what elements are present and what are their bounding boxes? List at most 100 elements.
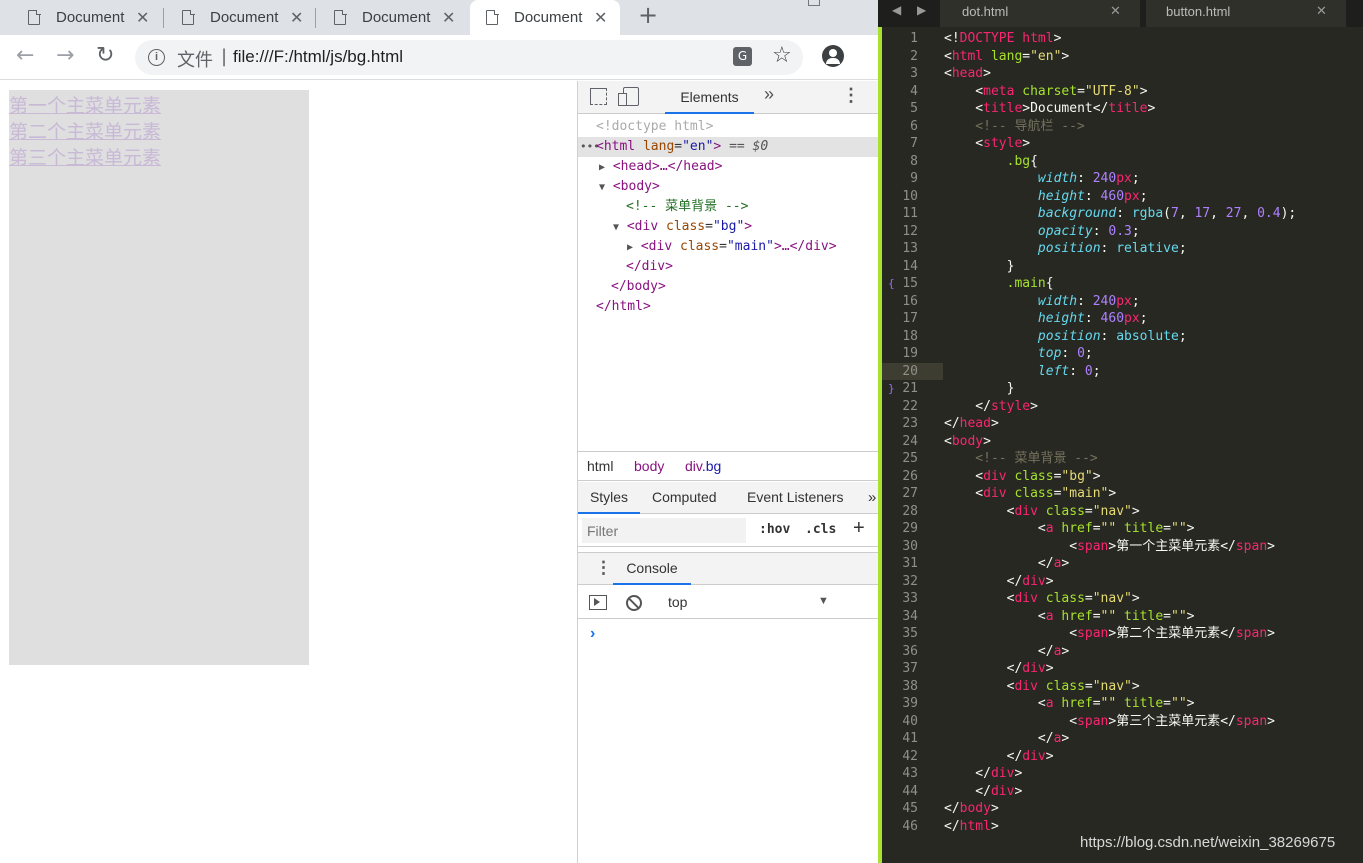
code-line[interactable]: 11 background: rgba(7, 17, 27, 0.4); bbox=[878, 205, 1363, 223]
code-line[interactable]: 46 </html> bbox=[878, 818, 1363, 836]
browser-tab-1[interactable]: Document ✕ bbox=[28, 0, 154, 35]
code-line[interactable]: 6 <!-- 导航栏 --> bbox=[878, 118, 1363, 136]
code-line[interactable]: 14 } bbox=[878, 258, 1363, 276]
code-line[interactable]: 30 <span>第一个主菜单元素</span> bbox=[878, 538, 1363, 556]
code-line[interactable]: 16 width: 240px; bbox=[878, 293, 1363, 311]
chevron-down-icon[interactable]: ▼ bbox=[818, 595, 829, 607]
dom-node-div-main[interactable]: ▶ <div class="main">…</div> bbox=[627, 237, 837, 257]
console-sidebar-icon[interactable] bbox=[589, 595, 607, 610]
code-line[interactable]: 8 .bg{ bbox=[878, 153, 1363, 171]
close-tab-icon[interactable]: ✕ bbox=[442, 8, 455, 28]
code-line[interactable]: 20 left: 0; bbox=[878, 362, 1363, 380]
dom-node-div-bg[interactable]: ▼ <div class="bg"> bbox=[613, 217, 752, 237]
tab-event-listeners[interactable]: Event Listeners bbox=[747, 482, 844, 514]
dom-comment[interactable]: <!-- 菜单背景 --> bbox=[626, 197, 748, 217]
new-tab-button[interactable]: + bbox=[638, 1, 658, 29]
dom-close-div[interactable]: </div> bbox=[626, 257, 673, 277]
code-line[interactable]: 23 </head> bbox=[878, 415, 1363, 433]
code-line[interactable]: {15 .main{ bbox=[878, 275, 1363, 293]
more-tabs-icon[interactable]: » bbox=[764, 84, 774, 105]
code-line[interactable]: 13 position: relative; bbox=[878, 240, 1363, 258]
code-line[interactable]: 17 height: 460px; bbox=[878, 310, 1363, 328]
devtools-menu-icon[interactable]: ⋮ bbox=[842, 85, 860, 106]
profile-avatar-icon[interactable] bbox=[822, 45, 844, 67]
code-line[interactable]: 26 <div class="bg"> bbox=[878, 468, 1363, 486]
hover-state-button[interactable]: :hov bbox=[759, 522, 790, 537]
address-bar[interactable]: i 文件 | file:///F:/html/js/bg.html G ☆ bbox=[135, 40, 803, 75]
expand-triangle-icon[interactable]: ▶ bbox=[627, 242, 633, 253]
close-tab-icon[interactable]: ✕ bbox=[290, 8, 303, 28]
code-line[interactable]: 31 </a> bbox=[878, 555, 1363, 573]
dom-close-html[interactable]: </html> bbox=[596, 297, 651, 317]
back-button[interactable]: ← bbox=[16, 43, 34, 68]
code-line[interactable]: 45 </body> bbox=[878, 800, 1363, 818]
code-line[interactable]: 7 <style> bbox=[878, 135, 1363, 153]
code-line[interactable]: 29 <a href="" title=""> bbox=[878, 520, 1363, 538]
code-line[interactable]: 37 </div> bbox=[878, 660, 1363, 678]
dom-node-head[interactable]: ▶ <head>…</head> bbox=[599, 157, 722, 177]
info-icon[interactable]: i bbox=[148, 49, 165, 66]
code-line[interactable]: 9 width: 240px; bbox=[878, 170, 1363, 188]
browser-tab-3[interactable]: Document ✕ bbox=[334, 0, 460, 35]
code-line[interactable]: 2 <html lang="en"> bbox=[878, 48, 1363, 66]
menu-link-1[interactable]: 第一个主菜单元素 bbox=[9, 91, 161, 118]
code-line[interactable]: 24 <body> bbox=[878, 433, 1363, 451]
code-line[interactable]: 10 height: 460px; bbox=[878, 188, 1363, 206]
tab-nav-arrows-icon[interactable]: ◀ ▶ bbox=[892, 3, 932, 17]
expand-triangle-icon[interactable]: ▶ bbox=[599, 162, 605, 173]
collapse-triangle-icon[interactable]: ▼ bbox=[613, 222, 619, 233]
code-line[interactable]: 3 <head> bbox=[878, 65, 1363, 83]
code-line[interactable]: 25 <!-- 菜单背景 --> bbox=[878, 450, 1363, 468]
breadcrumb-div[interactable]: div.bg bbox=[685, 458, 721, 474]
maximize-icon[interactable] bbox=[808, 0, 820, 6]
dom-doctype[interactable]: <!doctype html> bbox=[596, 117, 713, 137]
dom-node-html-selected[interactable]: ••• <html lang="en"> == $0 bbox=[578, 137, 878, 157]
browser-tab-4-active[interactable]: Document ✕ bbox=[470, 0, 620, 35]
bookmark-star-icon[interactable]: ☆ bbox=[772, 43, 792, 68]
styles-filter-input[interactable] bbox=[582, 518, 746, 543]
reload-button[interactable]: ↻ bbox=[96, 43, 114, 68]
menu-link-3[interactable]: 第三个主菜单元素 bbox=[9, 143, 161, 170]
dom-node-body[interactable]: ▼ <body> bbox=[599, 177, 660, 197]
collapse-triangle-icon[interactable]: ▼ bbox=[599, 182, 605, 193]
close-tab-icon[interactable]: ✕ bbox=[594, 8, 607, 28]
tab-elements[interactable]: Elements bbox=[665, 81, 754, 114]
code-line[interactable]: 32 </div> bbox=[878, 573, 1363, 591]
editor-tab-dot-html[interactable]: dot.html ✕ bbox=[940, 0, 1140, 27]
execution-context-select[interactable]: top bbox=[668, 594, 687, 610]
class-toggle-button[interactable]: .cls bbox=[805, 522, 836, 537]
code-line[interactable]: 38 <div class="nav"> bbox=[878, 678, 1363, 696]
code-line[interactable]: 39 <a href="" title=""> bbox=[878, 695, 1363, 713]
code-line[interactable]: 28 <div class="nav"> bbox=[878, 503, 1363, 521]
breadcrumb-body[interactable]: body bbox=[634, 458, 664, 474]
clear-console-icon[interactable] bbox=[626, 595, 642, 611]
more-tabs-icon[interactable]: » bbox=[868, 482, 876, 514]
code-line[interactable]: 19 top: 0; bbox=[878, 345, 1363, 363]
code-line[interactable]: 36 </a> bbox=[878, 643, 1363, 661]
code-line[interactable]: 12 opacity: 0.3; bbox=[878, 223, 1363, 241]
code-line[interactable]: 42 </div> bbox=[878, 748, 1363, 766]
code-line[interactable]: 18 position: absolute; bbox=[878, 328, 1363, 346]
new-style-rule-button[interactable]: + bbox=[853, 517, 865, 540]
code-line[interactable]: 22 </style> bbox=[878, 398, 1363, 416]
code-line[interactable]: } 21 } bbox=[878, 380, 1363, 398]
close-tab-icon[interactable]: ✕ bbox=[136, 8, 149, 28]
breadcrumb-html[interactable]: html bbox=[587, 458, 613, 474]
code-line[interactable]: 33 <div class="nav"> bbox=[878, 590, 1363, 608]
dom-close-body[interactable]: </body> bbox=[611, 277, 666, 297]
device-toggle-icon[interactable] bbox=[618, 87, 639, 106]
code-line[interactable]: 1 <!DOCTYPE html> bbox=[878, 30, 1363, 48]
code-line[interactable]: 5 <title>Document</title> bbox=[878, 100, 1363, 118]
code-line[interactable]: 27 <div class="main"> bbox=[878, 485, 1363, 503]
browser-tab-2[interactable]: Document ✕ bbox=[182, 0, 308, 35]
drawer-menu-icon[interactable]: ⋮ bbox=[595, 558, 612, 578]
code-line[interactable]: 4 <meta charset="UTF-8"> bbox=[878, 83, 1363, 101]
close-tab-icon[interactable]: ✕ bbox=[1316, 3, 1327, 19]
code-line[interactable]: 44 </div> bbox=[878, 783, 1363, 801]
code-line[interactable]: 40 <span>第三个主菜单元素</span> bbox=[878, 713, 1363, 731]
console-prompt[interactable]: › bbox=[590, 625, 595, 643]
tab-computed[interactable]: Computed bbox=[652, 482, 717, 514]
code-line[interactable]: 34 <a href="" title=""> bbox=[878, 608, 1363, 626]
editor-tab-button-html[interactable]: button.html ✕ bbox=[1146, 0, 1346, 27]
tab-console[interactable]: Console bbox=[613, 553, 691, 585]
